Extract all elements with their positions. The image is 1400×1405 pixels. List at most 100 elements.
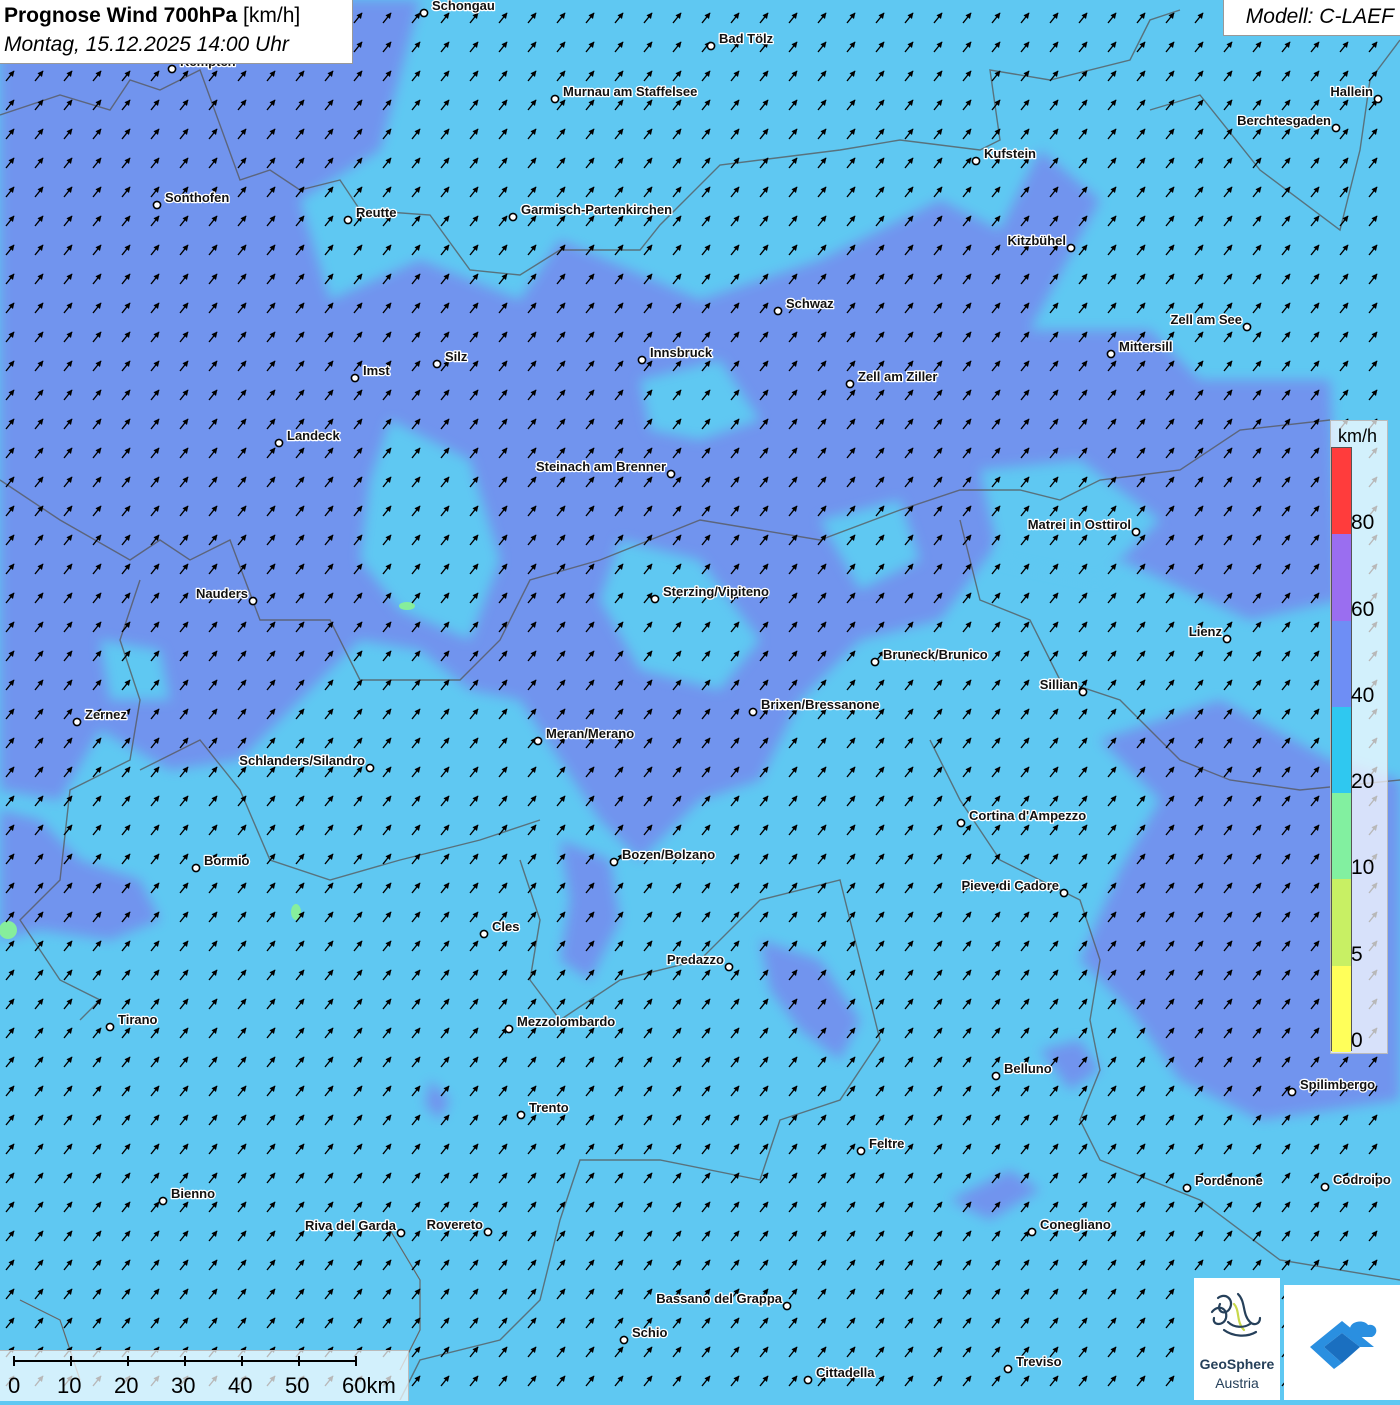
legend-label: 5	[1351, 942, 1363, 966]
legend-segment	[1332, 793, 1351, 880]
city-dot	[666, 469, 676, 479]
city-label: Schlanders/Silandro	[239, 753, 365, 768]
title-main: Prognose Wind 700hPa	[4, 4, 238, 27]
city-dot	[191, 863, 201, 873]
city-label: Meran/Merano	[546, 726, 634, 741]
scale-label: 20	[114, 1373, 139, 1398]
geosphere-icon	[1210, 1292, 1262, 1337]
city-dot	[1078, 687, 1088, 697]
scale-tick	[355, 1356, 357, 1366]
city-dot	[1182, 1183, 1192, 1193]
city-dot	[248, 596, 258, 606]
legend-segment	[1332, 534, 1351, 621]
city-label: Murnau am Staffelsee	[563, 84, 697, 99]
scale-tick	[241, 1356, 243, 1366]
scale-label: 60km	[342, 1373, 396, 1398]
title-panel: Prognose Wind 700hPa [km/h] Montag, 15.1…	[0, 0, 353, 64]
city-label: Conegliano	[1040, 1217, 1111, 1232]
forecast-datetime: Montag, 15.12.2025 14:00 Uhr	[4, 33, 289, 56]
city-dot	[1131, 527, 1141, 537]
city-label: Cittadella	[816, 1365, 875, 1380]
color-legend: km/h 0 5 10 20 40 60 80	[1330, 420, 1388, 1054]
city-label: Mittersill	[1119, 339, 1172, 354]
city-label: Pieve di Cadore	[961, 878, 1059, 893]
city-label: Bassano del Grappa	[656, 1291, 782, 1306]
city-label: Lienz	[1189, 624, 1223, 639]
city-label: Trento	[529, 1100, 569, 1115]
city-dot	[508, 212, 518, 222]
city-label: Garmisch-Partenkirchen	[521, 202, 672, 217]
city-dot	[1059, 888, 1069, 898]
city-label: Sonthofen	[165, 190, 229, 205]
legend-segment	[1332, 620, 1351, 707]
city-label: Schio	[632, 1325, 667, 1340]
city-dot	[419, 8, 429, 18]
city-dot	[803, 1375, 813, 1385]
wind-map[interactable]: SchongauBad TölzKemptenMurnau am Staffel…	[0, 0, 1400, 1400]
scale-tick	[70, 1356, 72, 1366]
city-dot	[105, 1022, 115, 1032]
city-label: Bad Tölz	[719, 31, 774, 46]
city-label: Imst	[363, 363, 390, 378]
city-label: Brixen/Bressanone	[761, 697, 880, 712]
city-label: Matrei in Osttirol	[1028, 517, 1131, 532]
city-label: Berchtesgaden	[1237, 113, 1331, 128]
city-dot	[956, 818, 966, 828]
legend-unit: km/h	[1338, 426, 1378, 446]
legend-label: 80	[1351, 511, 1375, 535]
city-dot	[619, 1335, 629, 1345]
city-label: Codroipo	[1333, 1172, 1391, 1187]
city-dot	[483, 1227, 493, 1237]
app-logo[interactable]	[1284, 1285, 1400, 1400]
city-dot	[971, 156, 981, 166]
city-dot	[72, 717, 82, 727]
city-label: Hallein	[1330, 84, 1373, 99]
legend-label: 20	[1351, 770, 1375, 794]
city-label: Schongau	[432, 0, 495, 13]
city-dot	[533, 736, 543, 746]
city-dot	[167, 64, 177, 74]
city-label: Rovereto	[427, 1217, 483, 1232]
city-dot	[1222, 634, 1232, 644]
city-dot	[724, 962, 734, 972]
scale-tick	[127, 1356, 129, 1366]
city-dot	[650, 594, 660, 604]
city-label: Belluno	[1004, 1061, 1052, 1076]
city-dot	[1003, 1364, 1013, 1374]
legend-segment	[1332, 965, 1351, 1052]
city-dot	[1373, 94, 1383, 104]
legend-label: 40	[1351, 683, 1375, 707]
scale-tick	[13, 1356, 15, 1366]
city-dot	[1066, 243, 1076, 253]
city-dot	[637, 355, 647, 365]
geosphere-logo[interactable]: GeoSphere Austria	[1194, 1278, 1280, 1400]
city-label: Bormio	[204, 853, 250, 868]
city-label: Bienno	[171, 1186, 215, 1201]
city-dot	[1320, 1182, 1330, 1192]
city-label: Cles	[492, 919, 519, 934]
city-dot	[550, 94, 560, 104]
geosphere-name: GeoSphere	[1199, 1356, 1275, 1372]
city-label: Silz	[445, 349, 468, 364]
city-dot	[1106, 349, 1116, 359]
city-label: Nauders	[196, 586, 248, 601]
model-name: Modell: C-LAEF	[1245, 5, 1394, 28]
city-dot	[504, 1024, 514, 1034]
map-title: Prognose Wind 700hPa [km/h]	[4, 4, 300, 28]
city-label: Bozen/Bolzano	[622, 847, 715, 862]
city-label: Sillian	[1040, 677, 1078, 692]
legend-label: 60	[1351, 597, 1375, 621]
scale-bar: 0 10 20 30 40 50 60km	[0, 1350, 409, 1401]
city-dot	[1331, 123, 1341, 133]
city-label: Pordenone	[1195, 1173, 1263, 1188]
title-unit: [km/h]	[243, 4, 301, 27]
legend-segment	[1332, 706, 1351, 794]
legend-label: 10	[1351, 856, 1375, 880]
city-label: Kufstein	[984, 146, 1036, 161]
city-dot	[609, 857, 619, 867]
model-panel: Modell: C-LAEF	[1223, 0, 1400, 36]
city-label: Feltre	[869, 1136, 904, 1151]
city-dot	[516, 1110, 526, 1120]
city-dot	[343, 215, 353, 225]
city-label: Predazzo	[667, 952, 724, 967]
